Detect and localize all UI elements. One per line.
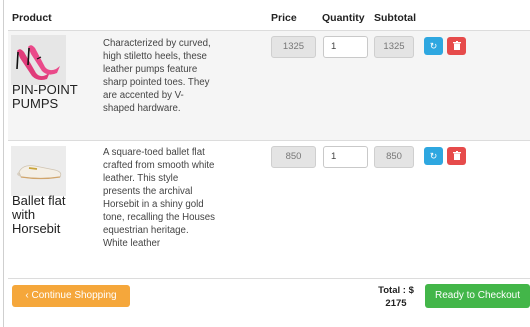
cart-total: Total : $ 2175 bbox=[366, 284, 426, 310]
subtotal-header: Subtotal bbox=[374, 12, 416, 24]
table-header: Product Price Quantity Subtotal bbox=[8, 0, 530, 30]
cart-row: Ballet flat with Horsebit A square-toed … bbox=[8, 140, 530, 278]
refresh-icon: ↻ bbox=[429, 151, 438, 161]
product-description: A square-toed ballet flat crafted from s… bbox=[103, 147, 216, 249]
cart-footer: ‹ Continue Shopping Total : $ 2175 Ready… bbox=[8, 278, 530, 327]
white-ballet-flat-icon bbox=[17, 165, 62, 180]
refresh-icon: ↻ bbox=[429, 41, 438, 51]
trash-icon bbox=[452, 41, 461, 50]
subtotal-field: 850 bbox=[374, 146, 414, 168]
quantity-input[interactable]: 1 bbox=[323, 146, 368, 168]
continue-shopping-button[interactable]: ‹ Continue Shopping bbox=[12, 285, 130, 307]
quantity-header: Quantity bbox=[322, 12, 365, 24]
total-value: 2175 bbox=[385, 298, 407, 309]
product-description: Characterized by curved, high stiletto h… bbox=[103, 38, 211, 114]
subtotal-field: 1325 bbox=[374, 36, 414, 58]
product-name[interactable]: Ballet flat with Horsebit bbox=[12, 194, 87, 236]
product-name[interactable]: PIN-POINT PUMPS bbox=[12, 83, 87, 111]
cart-row: PIN-POINT PUMPS Characterized by curved,… bbox=[8, 30, 530, 140]
product-image bbox=[11, 35, 66, 85]
update-button[interactable]: ↻ bbox=[424, 147, 443, 165]
total-label: Total : $ bbox=[378, 285, 414, 296]
price-field: 1325 bbox=[271, 36, 316, 58]
checkout-button[interactable]: Ready to Checkout bbox=[425, 284, 530, 308]
remove-button[interactable] bbox=[447, 147, 466, 165]
trash-icon bbox=[452, 151, 461, 160]
product-image bbox=[11, 146, 66, 196]
quantity-input[interactable]: 1 bbox=[323, 36, 368, 58]
remove-button[interactable] bbox=[447, 37, 466, 55]
product-header: Product bbox=[12, 12, 52, 24]
price-field: 850 bbox=[271, 146, 316, 168]
pink-stiletto-pumps-icon bbox=[16, 45, 60, 80]
update-button[interactable]: ↻ bbox=[424, 37, 443, 55]
left-border bbox=[3, 0, 4, 327]
price-header: Price bbox=[271, 12, 297, 24]
